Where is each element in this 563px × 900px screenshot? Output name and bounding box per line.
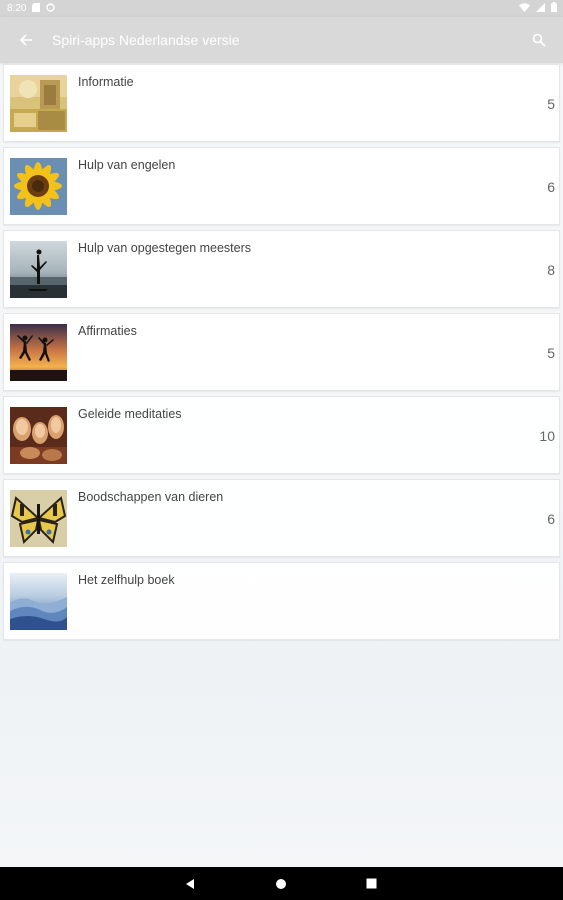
search-button[interactable] <box>529 30 549 50</box>
list-item-boodschappen-van-dieren[interactable]: Boodschappen van dieren 6 <box>3 479 560 557</box>
collage-thumbnail <box>10 75 67 132</box>
back-button[interactable] <box>16 30 36 50</box>
signal-icon <box>536 2 545 15</box>
butterfly-thumbnail <box>10 490 67 547</box>
list-item-hulp-van-opgestegen-meesters[interactable]: Hulp van opgestegen meesters 8 <box>3 230 560 308</box>
category-list: Informatie 5 Hulp van engelen 6 Hulp van… <box>3 64 560 645</box>
list-item-geleide-meditaties[interactable]: Geleide meditaties 10 <box>3 396 560 474</box>
list-item-label: Hulp van opgestegen meesters <box>78 241 252 255</box>
jumping-silhouettes-sunset-thumbnail <box>10 324 67 381</box>
list-item-label: Affirmaties <box>78 324 137 338</box>
silhouette-lake-thumbnail <box>10 241 67 298</box>
system-nav-bar <box>0 867 563 900</box>
list-item-hulp-van-engelen[interactable]: Hulp van engelen 6 <box>3 147 560 225</box>
list-item-label: Informatie <box>78 75 134 89</box>
app-bar: Spiri-apps Nederlandse versie <box>0 17 563 63</box>
battery-icon <box>551 2 557 15</box>
status-time: 8:20 <box>7 3 27 14</box>
list-item-label: Boodschappen van dieren <box>78 490 224 504</box>
list-item-label: Geleide meditaties <box>78 407 182 421</box>
list-item-affirmaties[interactable]: Affirmaties 5 <box>3 313 560 391</box>
sunflower-thumbnail <box>10 158 67 215</box>
list-item-count: 6 <box>547 179 555 195</box>
recents-square-icon <box>366 878 376 889</box>
home-circle-icon <box>276 878 286 889</box>
list-item-het-zelfhulp-boek[interactable]: Het zelfhulp boek <box>3 562 560 640</box>
list-item-count: 5 <box>547 96 555 112</box>
sync-icon <box>46 3 56 14</box>
back-triangle-icon <box>186 878 194 889</box>
list-item-count: 6 <box>547 511 555 527</box>
status-bar: 8:20 <box>0 0 563 17</box>
misty-mountains-thumbnail <box>10 573 67 630</box>
wifi-icon <box>519 2 530 15</box>
sd-card-icon <box>32 3 41 14</box>
list-item-count: 8 <box>547 262 555 278</box>
page-title: Spiri-apps Nederlandse versie <box>52 32 240 48</box>
list-item-label: Het zelfhulp boek <box>78 573 175 587</box>
search-icon <box>532 33 546 47</box>
list-item-informatie[interactable]: Informatie 5 <box>3 64 560 142</box>
buddha-statues-thumbnail <box>10 407 67 464</box>
nav-home-button[interactable] <box>261 867 301 900</box>
list-item-count: 10 <box>539 428 555 444</box>
nav-back-button[interactable] <box>170 867 210 900</box>
arrow-left-icon <box>19 34 32 46</box>
list-item-count: 5 <box>547 345 555 361</box>
list-item-label: Hulp van engelen <box>78 158 176 172</box>
nav-recents-button[interactable] <box>351 867 391 900</box>
